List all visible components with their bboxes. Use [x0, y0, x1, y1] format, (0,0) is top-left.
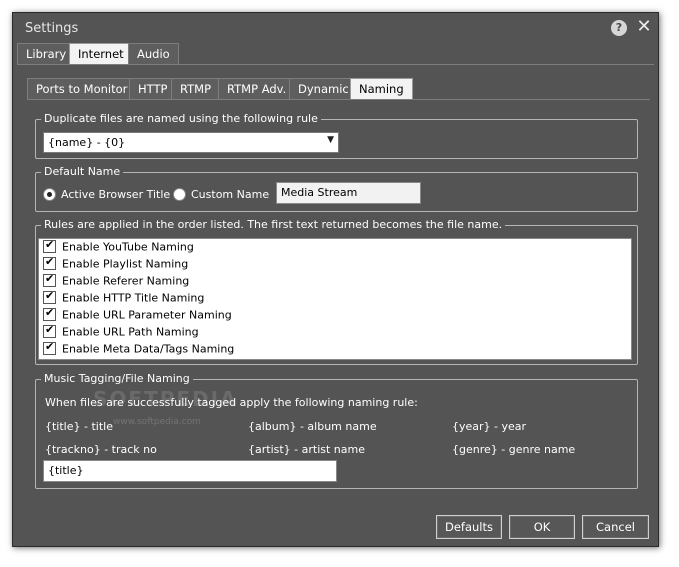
watermark-text: SOFTPEDIA — [93, 387, 238, 411]
rule-url-parameter-label: Enable URL Parameter Naming — [62, 308, 232, 322]
question-icon[interactable]: ? — [611, 20, 627, 36]
radio-active-browser-title[interactable] — [43, 188, 56, 201]
checkbox-referer[interactable] — [43, 272, 56, 287]
token-trackno: {trackno} - track no — [45, 443, 157, 456]
rule-meta-data-label: Enable Meta Data/Tags Naming — [62, 342, 235, 356]
radio-custom-name-label: Custom Name — [191, 188, 270, 201]
tab-library[interactable]: Library — [17, 43, 76, 65]
tab-naming-label: Naming — [359, 82, 404, 96]
music-naming-value: {title} — [48, 464, 84, 477]
rule-url-path[interactable]: Enable URL Path Naming — [43, 323, 199, 341]
rules-group: Rules are applied in the order listed. T… — [35, 218, 638, 365]
tab-rtmp-adv[interactable]: RTMP Adv. — [218, 78, 296, 100]
checkbox-url-path[interactable] — [43, 323, 56, 338]
music-naming-input[interactable]: {title} — [43, 460, 337, 482]
tab-rtmp-label: RTMP — [180, 82, 212, 96]
ok-button-label: OK — [533, 520, 551, 534]
tab-internet-label: Internet — [78, 47, 124, 61]
custom-name-input[interactable]: Media Stream — [276, 182, 421, 204]
checkbox-meta-data[interactable] — [43, 340, 56, 355]
rule-url-path-label: Enable URL Path Naming — [62, 325, 199, 339]
checkbox-playlist[interactable] — [43, 255, 56, 270]
music-tagging-legend: Music Tagging/File Naming — [41, 372, 193, 386]
tab-naming[interactable]: Naming — [350, 78, 413, 100]
duplicate-rule-select[interactable]: {name} - {0} ▼ — [43, 132, 339, 153]
title-bar: Settings ? ✕ — [13, 13, 658, 43]
watermark-url: www.softpedia.com — [113, 417, 201, 427]
tab-rtmp-adv-label: RTMP Adv. — [227, 82, 287, 96]
token-artist: {artist} - artist name — [248, 443, 366, 456]
rule-playlist[interactable]: Enable Playlist Naming — [43, 255, 189, 273]
default-name-group: Default Name Active Browser Title Custom… — [35, 165, 638, 212]
tab-dynamic-label: Dynamic — [298, 82, 349, 96]
rule-meta-data[interactable]: Enable Meta Data/Tags Naming — [43, 340, 235, 358]
tab-ports-to-monitor[interactable]: Ports to Monitor — [27, 78, 137, 100]
duplicate-group: Duplicate files are named using the foll… — [35, 112, 638, 159]
rule-url-parameter[interactable]: Enable URL Parameter Naming — [43, 306, 232, 324]
defaults-button[interactable]: Defaults — [436, 515, 502, 539]
window-title: Settings — [25, 21, 79, 36]
token-title: {title} - title — [45, 420, 113, 433]
rule-referer[interactable]: Enable Referer Naming — [43, 272, 190, 290]
token-album: {album} - album name — [248, 420, 377, 433]
settings-window: Settings ? ✕ Library Internet Audio Port… — [12, 12, 659, 547]
chevron-down-icon: ▼ — [327, 135, 334, 145]
subtab-divider — [27, 99, 650, 100]
defaults-button-label: Defaults — [444, 520, 493, 534]
tab-http[interactable]: HTTP — [129, 78, 177, 100]
radio-active-browser-title-label: Active Browser Title — [61, 188, 171, 201]
rule-http-title[interactable]: Enable HTTP Title Naming — [43, 289, 205, 307]
rule-youtube[interactable]: Enable YouTube Naming — [43, 238, 194, 256]
rule-youtube-label: Enable YouTube Naming — [62, 240, 194, 254]
tab-dynamic[interactable]: Dynamic — [289, 78, 358, 100]
tab-audio[interactable]: Audio — [128, 43, 179, 65]
rule-http-title-label: Enable HTTP Title Naming — [62, 291, 205, 305]
cancel-button-label: Cancel — [596, 520, 635, 534]
rule-referer-label: Enable Referer Naming — [62, 274, 190, 288]
tab-ports-label: Ports to Monitor — [36, 82, 128, 96]
tab-audio-label: Audio — [137, 47, 170, 61]
tab-divider — [17, 64, 654, 65]
token-year: {year} - year — [452, 420, 527, 433]
duplicate-rule-value: {name} - {0} — [48, 136, 126, 149]
default-name-legend: Default Name — [41, 165, 124, 179]
tab-rtmp[interactable]: RTMP — [171, 78, 221, 100]
cancel-button[interactable]: Cancel — [582, 515, 649, 539]
tab-library-label: Library — [26, 47, 67, 61]
radio-custom-name[interactable] — [173, 188, 186, 201]
ok-button[interactable]: OK — [509, 515, 575, 539]
checkbox-http-title[interactable] — [43, 289, 56, 304]
rules-legend: Rules are applied in the order listed. T… — [41, 218, 506, 232]
close-icon[interactable]: ✕ — [635, 17, 653, 37]
checkbox-url-parameter[interactable] — [43, 306, 56, 321]
token-genre: {genre} - genre name — [452, 443, 576, 456]
duplicate-legend: Duplicate files are named using the foll… — [41, 112, 321, 126]
rules-list: Enable YouTube Naming Enable Playlist Na… — [38, 238, 632, 360]
rule-playlist-label: Enable Playlist Naming — [62, 257, 189, 271]
custom-name-value: Media Stream — [281, 186, 358, 199]
tab-internet[interactable]: Internet — [69, 43, 133, 65]
checkbox-youtube[interactable] — [43, 238, 56, 253]
tab-http-label: HTTP — [138, 82, 168, 96]
